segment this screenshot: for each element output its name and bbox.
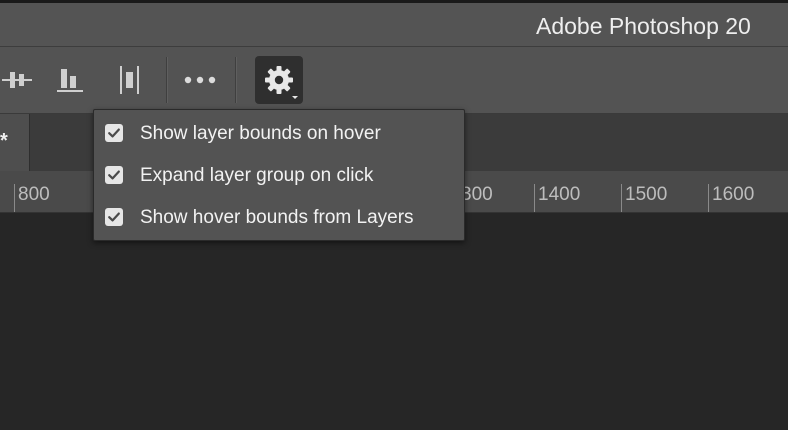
more-options-icon[interactable]	[183, 63, 217, 97]
checkbox[interactable]	[105, 124, 123, 142]
menu-item-expand-layer-group[interactable]: Expand layer group on click	[94, 154, 464, 196]
photoshop-window: Adobe Photoshop 20 * 800 300 1400 1500 1…	[0, 0, 788, 430]
ruler-label: 800	[18, 184, 50, 205]
unsaved-marker: *	[0, 130, 8, 152]
ruler-label: 1500	[625, 184, 668, 205]
checkmark-icon	[108, 128, 120, 138]
checkbox[interactable]	[105, 208, 123, 226]
title-bar: Adobe Photoshop 20	[0, 3, 788, 47]
menu-item-label: Show layer bounds on hover	[140, 123, 381, 144]
menu-item-show-layer-bounds[interactable]: Show layer bounds on hover	[94, 112, 464, 154]
canvas-area[interactable]	[0, 213, 788, 430]
settings-gear-icon	[265, 66, 293, 94]
ruler-label: 1400	[538, 184, 581, 205]
hover-settings-menu: Show layer bounds on hover Expand layer …	[93, 109, 465, 241]
checkmark-icon	[108, 170, 120, 180]
chevron-down-icon	[292, 96, 298, 99]
menu-item-show-hover-bounds[interactable]: Show hover bounds from Layers	[94, 196, 464, 238]
ruler-tick	[621, 184, 622, 212]
align-bottom-edges-icon[interactable]	[54, 63, 88, 97]
distribute-horizontal-icon[interactable]	[114, 63, 148, 97]
app-title: Adobe Photoshop 20	[536, 13, 751, 39]
menu-item-label: Show hover bounds from Layers	[140, 207, 414, 228]
ruler-label: 300	[461, 184, 493, 205]
ruler-label: 1600	[712, 184, 755, 205]
options-bar	[0, 47, 788, 114]
checkmark-icon	[108, 212, 120, 222]
ruler-tick	[534, 184, 535, 212]
settings-gear-button[interactable]	[255, 56, 303, 104]
checkbox[interactable]	[105, 166, 123, 184]
ruler-tick	[708, 184, 709, 212]
toolbar-separator	[166, 57, 168, 103]
toolbar-separator	[235, 57, 237, 103]
align-vertical-centers-icon[interactable]	[2, 63, 36, 97]
document-tab[interactable]: *	[0, 114, 30, 171]
menu-item-label: Expand layer group on click	[140, 165, 374, 186]
ruler-tick	[14, 184, 15, 212]
